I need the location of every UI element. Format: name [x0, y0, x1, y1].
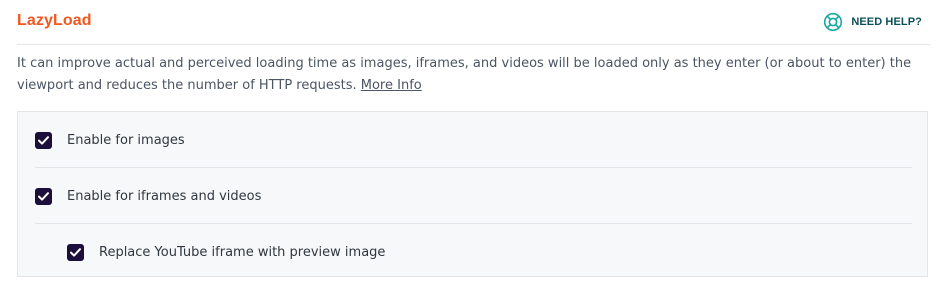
checkmark-icon: [38, 191, 49, 201]
enable-images-checkbox[interactable]: [35, 131, 52, 149]
youtube-preview-label[interactable]: Replace YouTube iframe with preview imag…: [99, 245, 385, 260]
checkmark-icon: [38, 135, 49, 145]
youtube-preview-checkbox[interactable]: [67, 243, 84, 261]
enable-iframes-label[interactable]: Enable for iframes and videos: [67, 189, 261, 204]
more-info-link[interactable]: More Info: [361, 78, 422, 93]
enable-iframes-checkbox[interactable]: [35, 187, 52, 205]
checkmark-icon: [70, 247, 81, 257]
section-description: It can improve actual and perceived load…: [17, 53, 937, 97]
need-help-button[interactable]: NEED HELP?: [823, 11, 922, 33]
option-youtube-preview: Replace YouTube iframe with preview imag…: [18, 224, 946, 280]
option-enable-images: Enable for images: [18, 112, 944, 168]
need-help-label: NEED HELP?: [851, 16, 922, 28]
enable-images-label[interactable]: Enable for images: [67, 133, 185, 148]
options-panel: Enable for images Enable for iframes and…: [17, 111, 928, 277]
lifebuoy-icon: [823, 12, 843, 32]
description-text: It can improve actual and perceived load…: [17, 56, 912, 93]
header-divider: [17, 44, 930, 45]
section-title: LazyLoad: [17, 12, 92, 29]
option-enable-iframes: Enable for iframes and videos: [18, 168, 944, 224]
section-header: LazyLoad NEED HELP?: [0, 0, 946, 44]
